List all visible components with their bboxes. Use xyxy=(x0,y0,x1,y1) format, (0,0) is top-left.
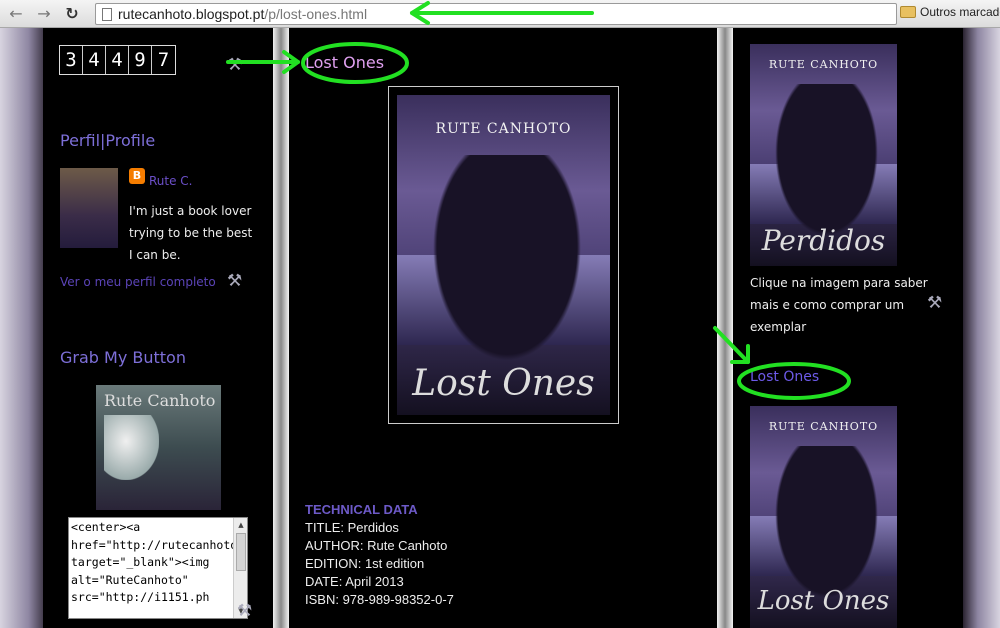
column-gutter-right xyxy=(717,28,733,628)
book-cover-frame[interactable]: RUTE CANHOTO Lost Ones xyxy=(388,86,619,424)
counter-digit: 4 xyxy=(106,46,129,74)
tech-line: TITLE: Perdidos xyxy=(305,520,399,535)
tech-line: DATE: April 2013 xyxy=(305,574,404,589)
tech-line: EDITION: 1st edition xyxy=(305,556,425,571)
cover-title: Lost Ones xyxy=(412,363,595,404)
profile-name-link[interactable]: Rute C. xyxy=(149,174,193,188)
folder-icon xyxy=(900,6,916,18)
back-icon[interactable]: ← xyxy=(6,4,26,24)
scroll-up-icon[interactable]: ▲ xyxy=(235,519,247,531)
profile-avatar[interactable] xyxy=(60,168,118,248)
bookmarks-other[interactable]: Outros marcado xyxy=(900,5,1000,19)
edit-tools-icon[interactable]: ⚒ xyxy=(227,272,242,290)
edit-tools-icon[interactable]: ⚒ xyxy=(237,602,252,620)
right-sidebar: RUTE CANHOTO Perdidos Clique na imagem p… xyxy=(733,28,963,628)
perdidos-cover-image[interactable]: RUTE CANHOTO Perdidos xyxy=(750,44,897,266)
cover-title: Perdidos xyxy=(761,224,886,257)
cover-author: RUTE CANHOTO xyxy=(768,58,879,71)
visitor-counter: 3 4 4 9 7 xyxy=(59,45,176,75)
column-gutter-left xyxy=(273,28,289,628)
button-code-text: <center><a href="http://rutecanhoto.blog… xyxy=(71,520,247,604)
left-decoration xyxy=(0,28,48,628)
forward-icon[interactable]: → xyxy=(34,4,54,24)
button-code-textarea[interactable]: <center><a href="http://rutecanhoto.blog… xyxy=(68,517,248,619)
wing-graphic xyxy=(104,415,159,480)
profile-widget-title: Perfil|Profile xyxy=(60,131,156,150)
address-bar[interactable]: rutecanhoto.blogspot.pt/p/lost-ones.html xyxy=(95,3,897,25)
full-profile-link[interactable]: Ver o meu perfil completo xyxy=(60,275,216,289)
blog-button-image[interactable]: Rute Canhoto xyxy=(96,385,221,510)
counter-digit: 3 xyxy=(60,46,83,74)
scroll-thumb[interactable] xyxy=(236,533,246,571)
url-text: rutecanhoto.blogspot.pt/p/lost-ones.html xyxy=(118,6,367,22)
button-image-text: Rute Canhoto xyxy=(104,391,216,410)
counter-digit: 4 xyxy=(83,46,106,74)
right-decoration xyxy=(963,28,1000,628)
grab-button-title: Grab My Button xyxy=(60,348,186,367)
technical-data: TECHNICAL DATA TITLE: Perdidos AUTHOR: R… xyxy=(305,501,454,609)
cover-title: Lost Ones xyxy=(757,586,890,616)
technical-data-heading: TECHNICAL DATA xyxy=(305,502,418,517)
counter-digit: 9 xyxy=(129,46,152,74)
page-icon xyxy=(102,8,112,21)
counter-digit: 7 xyxy=(157,49,170,71)
cover-caption: Clique na imagem para saber mais e como … xyxy=(750,276,928,334)
main-post: Lost Ones RUTE CANHOTO Lost Ones TECHNIC… xyxy=(289,31,717,628)
edit-tools-icon[interactable]: ⚒ xyxy=(927,294,942,312)
cover-author: RUTE CANHOTO xyxy=(768,420,879,433)
cover-author: RUTE CANHOTO xyxy=(435,121,572,137)
url-host: rutecanhoto.blogspot.pt xyxy=(118,6,265,22)
lost-ones-cover-image[interactable]: RUTE CANHOTO Lost Ones xyxy=(750,406,897,628)
edit-tools-icon[interactable]: ⚒ xyxy=(227,56,242,74)
cover-figure xyxy=(417,155,597,385)
post-title: Lost Ones xyxy=(305,53,385,72)
lost-ones-widget-title: Lost Ones xyxy=(750,369,820,385)
blog-page: 3 4 4 9 7 ⚒ Perfil|Profile B Rute C. I'm… xyxy=(0,28,1000,628)
tech-line: ISBN: 978-989-98352-0-7 xyxy=(305,592,454,607)
book-cover-image[interactable]: RUTE CANHOTO Lost Ones xyxy=(397,95,610,415)
profile-about: I'm just a book lover trying to be the b… xyxy=(129,204,253,262)
blogger-icon: B xyxy=(129,168,145,184)
bookmarks-label: Outros marcado xyxy=(920,5,1000,19)
left-sidebar: 3 4 4 9 7 ⚒ Perfil|Profile B Rute C. I'm… xyxy=(43,28,273,628)
reload-icon[interactable]: ↻ xyxy=(62,4,82,24)
browser-toolbar: ← → ↻ rutecanhoto.blogspot.pt/p/lost-one… xyxy=(0,0,1000,28)
url-path: /p/lost-ones.html xyxy=(264,6,368,22)
tech-line: AUTHOR: Rute Canhoto xyxy=(305,538,448,553)
